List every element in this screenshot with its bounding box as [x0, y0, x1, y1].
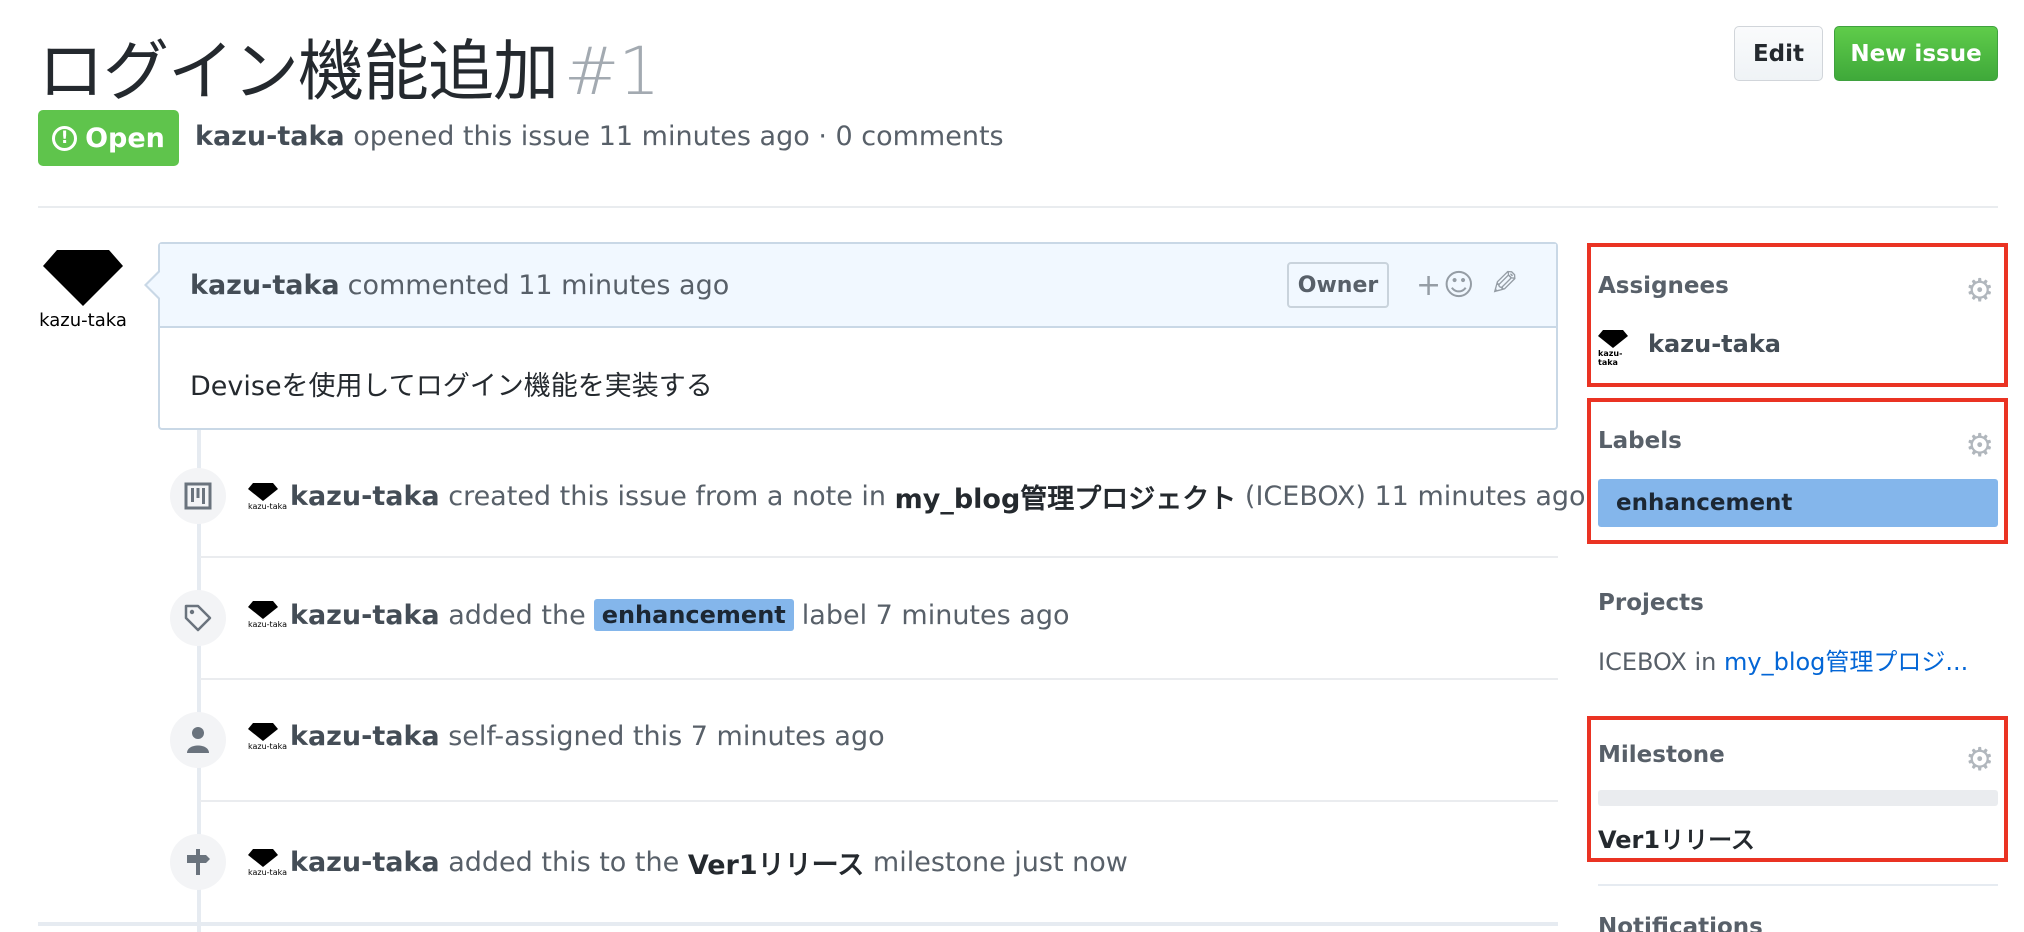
edit-button[interactable]: Edit [1734, 26, 1823, 81]
new-issue-button[interactable]: New issue [1834, 26, 1998, 81]
timeline-event: kazu-taka kazu-taka added the enhancement… [158, 590, 1558, 700]
status-label: Open [85, 122, 165, 154]
diamond-logo-icon [43, 250, 123, 306]
issue-number: #1 [564, 33, 660, 110]
timeline-event: kazu-taka kazu-taka created this issue f… [158, 468, 1586, 578]
issue-meta: kazu-taka opened this issue 11 minutes a… [195, 121, 1004, 152]
mini-avatar[interactable]: kazu-taka [248, 482, 287, 512]
avatar[interactable]: kazu-taka [38, 248, 128, 331]
gear-icon[interactable]: ⚙ [1965, 426, 1994, 464]
labels-section: Labels ⚙ enhancement [1587, 398, 2008, 544]
smiley-icon: ☺ [1443, 268, 1475, 303]
divider [200, 556, 1558, 558]
divider [38, 206, 1998, 208]
gear-icon[interactable]: ⚙ [1965, 271, 1994, 309]
mini-avatar[interactable]: kazu-taka [248, 848, 287, 878]
event-user-link[interactable]: kazu-taka [290, 600, 440, 631]
comment-header: kazu-taka commented 11 minutes ago Owner… [160, 244, 1556, 328]
mini-avatar[interactable]: kazu-taka [248, 722, 287, 752]
event-user-link[interactable]: kazu-taka [290, 481, 440, 512]
milestone-section: Milestone ⚙ Ver1リリース [1587, 716, 2008, 862]
avatar-caption: kazu-taka [39, 310, 127, 331]
alert-circle-icon: ! [52, 125, 78, 151]
assignees-title: Assignees [1598, 273, 1729, 299]
event-user-link[interactable]: kazu-taka [290, 721, 440, 752]
divider [200, 678, 1558, 680]
milestone-link[interactable]: Ver1リリース [688, 843, 864, 882]
comment-box: kazu-taka commented 11 minutes ago Owner… [144, 242, 1558, 430]
label-link[interactable]: enhancement [593, 599, 794, 631]
gear-icon[interactable]: ⚙ [1965, 740, 1994, 778]
label-enhancement[interactable]: enhancement [1598, 479, 1998, 527]
issue-title: ログイン機能追加#1 [38, 18, 660, 114]
assignees-section: Assignees ⚙ kazu-taka kazu-taka [1587, 243, 2008, 387]
edit-comment-icon[interactable]: ✎ [1490, 264, 1519, 304]
divider [200, 800, 1558, 802]
plus-icon: + [1416, 268, 1442, 303]
owner-badge: Owner [1287, 262, 1389, 308]
timeline-event: kazu-taka kazu-taka added this to the Ve… [158, 834, 1558, 932]
projects-title: Projects [1598, 590, 1704, 616]
issue-meta-text: opened this issue 11 minutes ago · 0 com… [353, 121, 1004, 152]
timeline-event: kazu-taka kazu-taka self-assigned this 7… [158, 712, 1558, 822]
mini-avatar: kazu-taka [1598, 329, 1632, 367]
comment-body: Deviseを使用してログイン機能を実装する [190, 371, 713, 402]
status-badge: ! Open [38, 110, 179, 166]
issue-title-text: ログイン機能追加 [38, 33, 559, 110]
milestone-progress-bar [1598, 790, 1998, 806]
milestone-title: Milestone [1598, 742, 1725, 768]
assignee-name: kazu-taka [1648, 330, 1781, 358]
project-icon [170, 468, 226, 524]
notifications-title: Notifications [1598, 914, 1763, 932]
project-link[interactable]: my_blog管理プロジ... [1724, 648, 1968, 676]
divider [1598, 884, 1998, 886]
comment-time[interactable]: commented 11 minutes ago [348, 270, 730, 301]
project-item: ICEBOX in my_blog管理プロジ... [1598, 648, 1969, 676]
project-link[interactable]: my_blog管理プロジェクト [895, 477, 1237, 516]
mini-avatar[interactable]: kazu-taka [248, 600, 287, 630]
issue-author-link[interactable]: kazu-taka [195, 121, 345, 152]
assignee-item[interactable]: kazu-taka kazu-taka [1598, 329, 1781, 367]
add-reaction-button[interactable]: + ☺ [1416, 268, 1474, 303]
milestone-link[interactable]: Ver1リリース [1598, 820, 1755, 855]
event-user-link[interactable]: kazu-taka [290, 847, 440, 878]
milestone-icon [170, 834, 226, 890]
labels-title: Labels [1598, 428, 1682, 454]
tag-icon [170, 590, 226, 646]
comment-author-link[interactable]: kazu-taka [190, 270, 340, 301]
divider [38, 922, 1558, 926]
person-icon [170, 712, 226, 768]
